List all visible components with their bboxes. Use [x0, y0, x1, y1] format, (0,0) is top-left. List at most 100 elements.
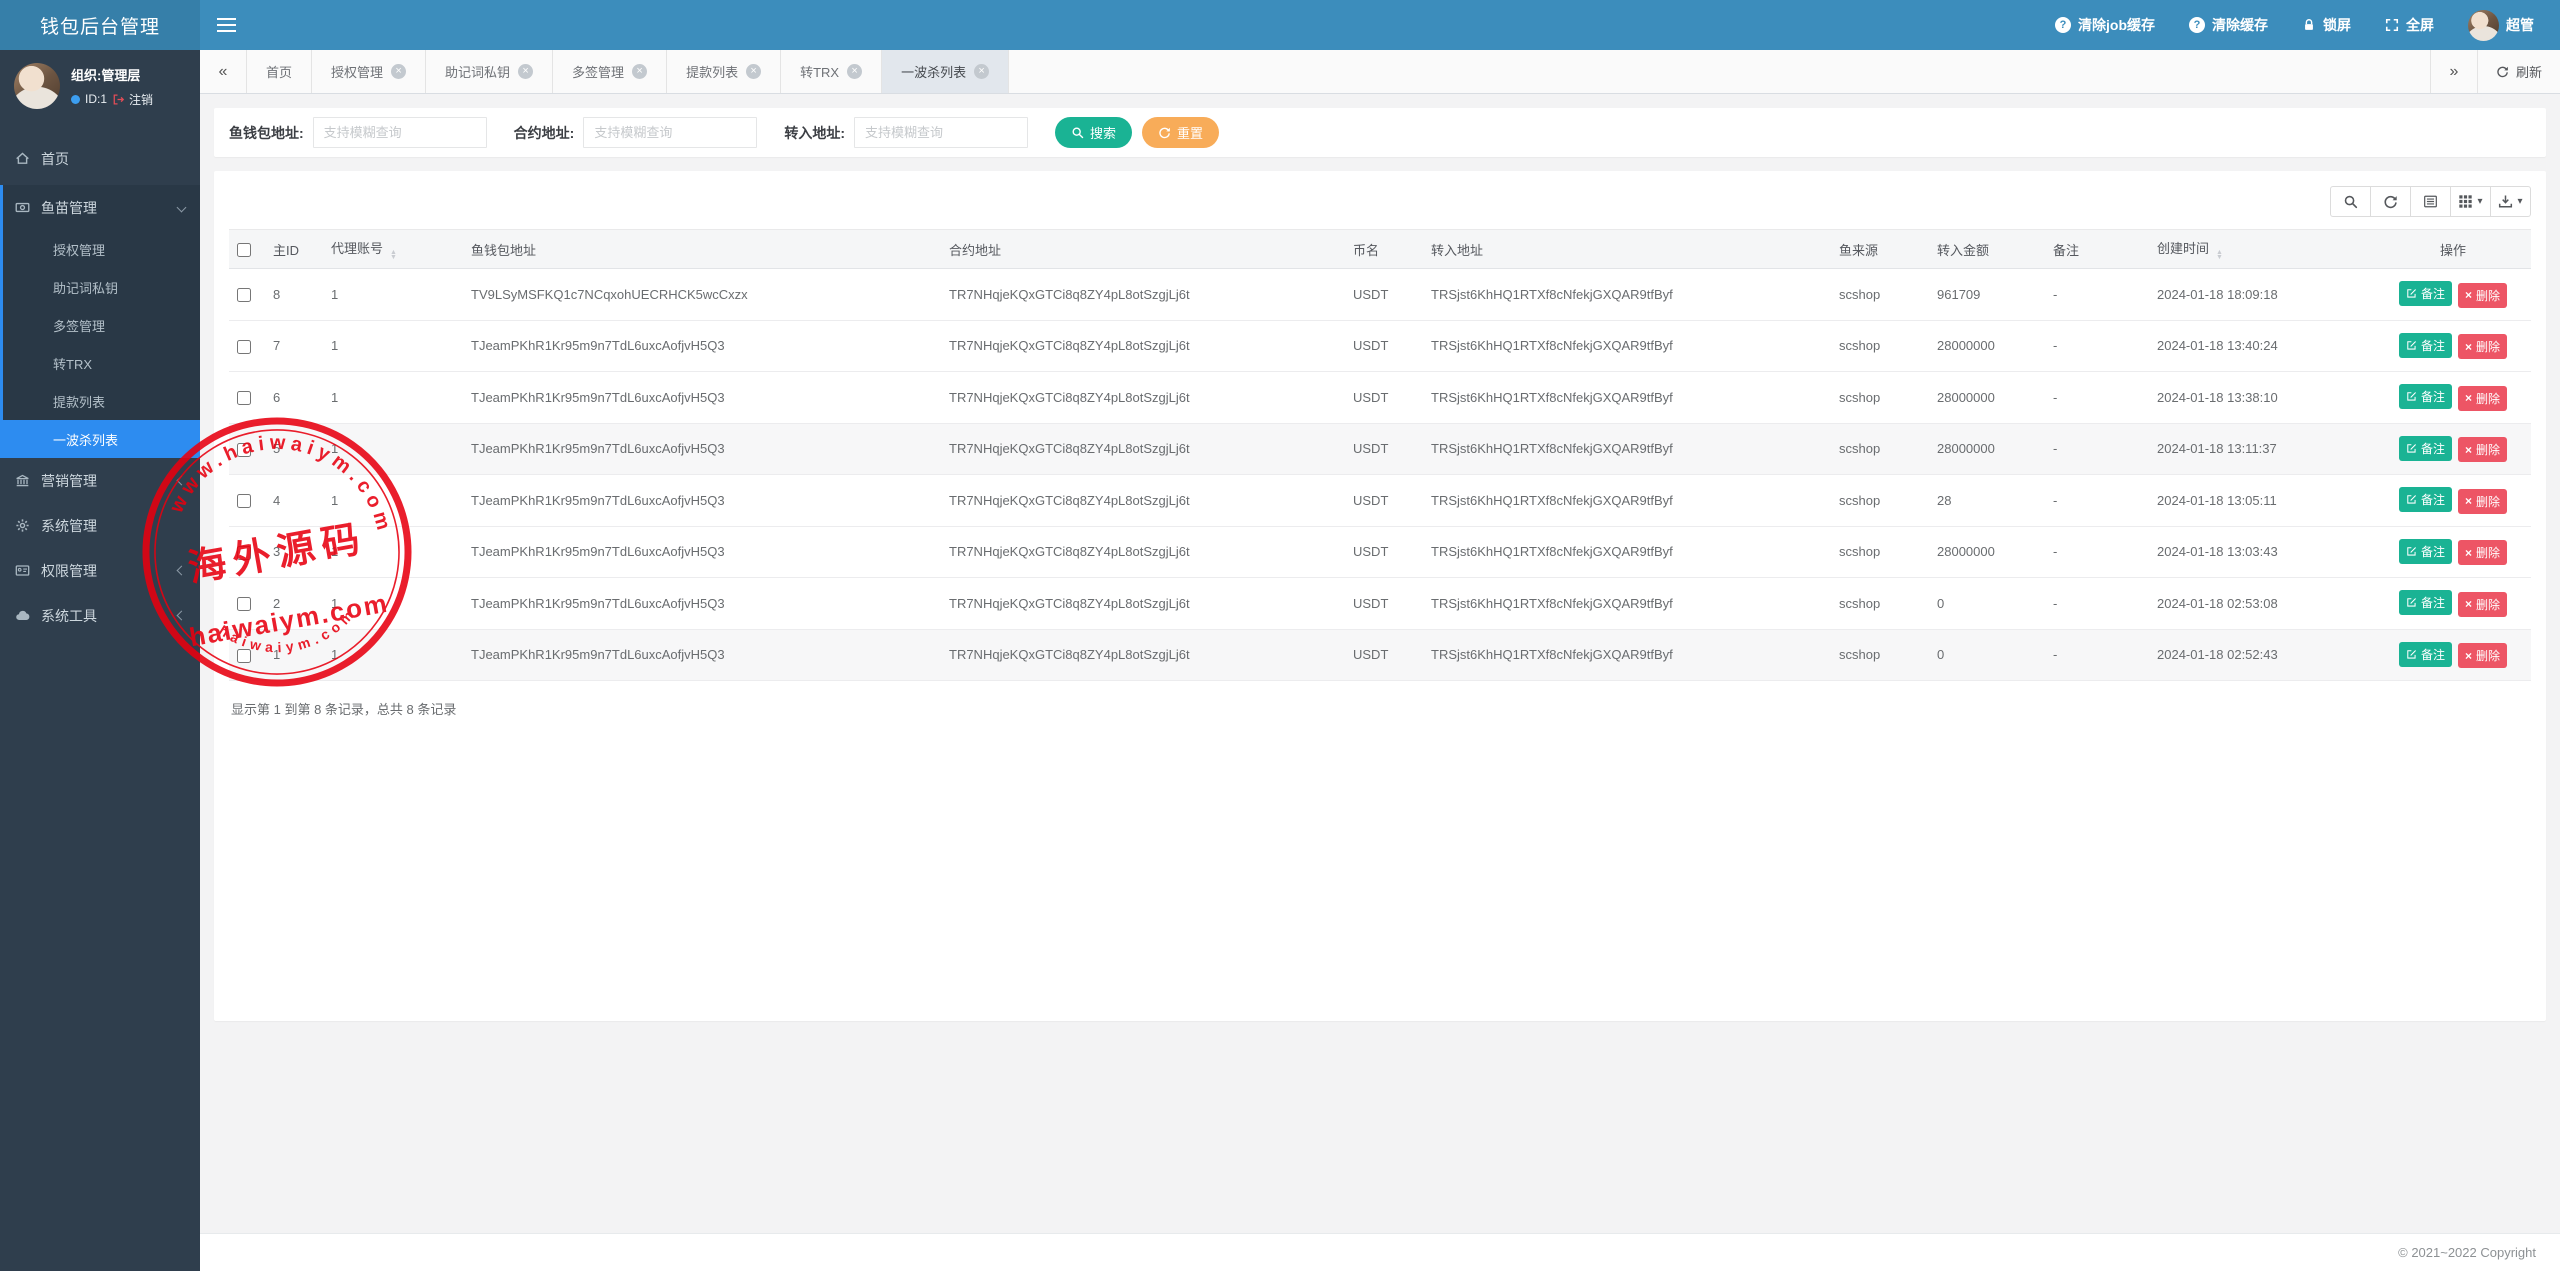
sidebar-item-mnemonic-keys[interactable]: 助记词私钥 — [3, 268, 200, 306]
note-button[interactable]: 备注 — [2399, 487, 2452, 512]
row-checkbox[interactable] — [237, 391, 251, 405]
tab-transfer-trx[interactable]: 转TRX× — [781, 50, 882, 93]
tabs-scroll-right-button[interactable]: » — [2430, 50, 2477, 93]
tabs-scroll-left-button[interactable]: « — [200, 50, 247, 93]
close-icon[interactable]: × — [391, 64, 406, 79]
sidebar-item-fish-management[interactable]: 鱼苗管理 — [3, 185, 200, 230]
tab-label: 一波杀列表 — [901, 62, 966, 81]
search-button[interactable]: 搜索 — [1055, 117, 1132, 148]
delete-button[interactable]: ×删除 — [2458, 489, 2507, 514]
tab-mnemonic-keys[interactable]: 助记词私钥× — [426, 50, 553, 93]
edit-icon — [2406, 597, 2417, 608]
cell-amount: 28000000 — [1929, 423, 2045, 475]
delete-button[interactable]: ×删除 — [2458, 592, 2507, 617]
delete-button[interactable]: ×删除 — [2458, 334, 2507, 359]
tab-multisig[interactable]: 多签管理× — [553, 50, 667, 93]
clear-cache-button[interactable]: ?清除缓存 — [2189, 15, 2268, 35]
note-button[interactable]: 备注 — [2399, 539, 2452, 564]
tab-home[interactable]: 首页 — [247, 50, 312, 93]
top-navbar-actions: ?清除job缓存 ?清除缓存 锁屏 全屏 超管 — [2055, 0, 2560, 50]
to-address-input[interactable] — [854, 117, 1028, 148]
note-button[interactable]: 备注 — [2399, 436, 2452, 461]
contract-address-input[interactable] — [583, 117, 757, 148]
sidebar-item-transfer-trx[interactable]: 转TRX — [3, 344, 200, 382]
row-checkbox[interactable] — [237, 649, 251, 663]
sidebar-item-tools[interactable]: 系统工具 — [0, 593, 200, 638]
sidebar-item-permissions[interactable]: 权限管理 — [0, 548, 200, 593]
clear-job-cache-button[interactable]: ?清除job缓存 — [2055, 15, 2155, 35]
lock-screen-label: 锁屏 — [2323, 15, 2351, 35]
row-checkbox[interactable] — [237, 597, 251, 611]
close-icon[interactable]: × — [746, 64, 761, 79]
cell-agent: 1 — [323, 475, 463, 527]
sidebar-item-label: 营销管理 — [41, 471, 97, 491]
columns-button[interactable]: ▾ — [2450, 186, 2491, 217]
field-label: 合约地址: — [514, 123, 575, 143]
sidebar-item-home[interactable]: 首页 — [0, 136, 200, 181]
edit-icon — [2406, 494, 2417, 505]
reset-button[interactable]: 重置 — [1142, 117, 1219, 148]
delete-button[interactable]: ×删除 — [2458, 437, 2507, 462]
sidebar-toggle-button[interactable] — [200, 0, 252, 50]
cell-contract: TR7NHqjeKQxGTCi8q8ZY4pL8otSzgjLj6t — [941, 269, 1345, 321]
row-checkbox[interactable] — [237, 340, 251, 354]
close-icon[interactable]: × — [632, 64, 647, 79]
tab-refresh-button[interactable]: 刷新 — [2477, 50, 2560, 93]
delete-button[interactable]: ×删除 — [2458, 386, 2507, 411]
delete-button[interactable]: ×删除 — [2458, 540, 2507, 565]
cell-time: 2024-01-18 13:40:24 — [2149, 320, 2375, 372]
col-header-time[interactable]: 创建时间▲▼ — [2149, 230, 2375, 269]
fullscreen-label: 全屏 — [2406, 15, 2434, 35]
sort-icon[interactable]: ▲▼ — [2216, 250, 2223, 260]
cell-coin: USDT — [1345, 578, 1423, 630]
note-button[interactable]: 备注 — [2399, 281, 2452, 306]
logout-button[interactable]: 注销 — [112, 91, 153, 108]
cell-source: scshop — [1831, 320, 1929, 372]
row-checkbox[interactable] — [237, 494, 251, 508]
lock-screen-button[interactable]: 锁屏 — [2302, 15, 2351, 35]
tab-yibosha-list[interactable]: 一波杀列表 × — [882, 50, 1009, 93]
cell-amount: 961709 — [1929, 269, 2045, 321]
sidebar-item-multisig[interactable]: 多签管理 — [3, 306, 200, 344]
close-icon[interactable]: × — [847, 64, 862, 79]
sidebar-item-marketing[interactable]: 营销管理 — [0, 458, 200, 503]
user-menu[interactable]: 超管 — [2468, 10, 2534, 41]
row-checkbox[interactable] — [237, 443, 251, 457]
search-field-wallet: 鱼钱包地址: — [229, 117, 487, 148]
grid-icon — [2458, 194, 2473, 209]
cell-agent: 1 — [323, 526, 463, 578]
clear-cache-label: 清除缓存 — [2212, 15, 2268, 35]
delete-button[interactable]: ×删除 — [2458, 643, 2507, 668]
sidebar-item-auth-management[interactable]: 授权管理 — [3, 230, 200, 268]
note-button[interactable]: 备注 — [2399, 384, 2452, 409]
detail-view-button[interactable] — [2410, 186, 2451, 217]
close-icon[interactable]: × — [974, 64, 989, 79]
row-checkbox[interactable] — [237, 546, 251, 560]
delete-button[interactable]: ×删除 — [2458, 283, 2507, 308]
note-button[interactable]: 备注 — [2399, 642, 2452, 667]
row-checkbox[interactable] — [237, 288, 251, 302]
table-row: 1 1 TJeamPKhR1Kr95m9n7TdL6uxcAofjvH5Q3 T… — [229, 629, 2531, 681]
select-all-checkbox[interactable] — [237, 243, 251, 257]
export-button[interactable]: ▾ — [2490, 186, 2531, 217]
fullscreen-button[interactable]: 全屏 — [2385, 15, 2434, 35]
sidebar-item-yibosha-list[interactable]: 一波杀列表 — [3, 420, 200, 458]
cell-wallet: TJeamPKhR1Kr95m9n7TdL6uxcAofjvH5Q3 — [463, 423, 941, 475]
home-icon — [15, 151, 30, 166]
cell-amount: 28000000 — [1929, 526, 2045, 578]
sidebar: 组织:管理层 ID:1 注销 首页 鱼苗管理 授权管理 助记词私钥 多签管理 转… — [0, 50, 200, 1271]
table-refresh-button[interactable] — [2370, 186, 2411, 217]
col-header-source: 鱼来源 — [1831, 230, 1929, 269]
tab-auth-management[interactable]: 授权管理× — [312, 50, 426, 93]
sidebar-item-system[interactable]: 系统管理 — [0, 503, 200, 548]
close-icon[interactable]: × — [518, 64, 533, 79]
sort-icon[interactable]: ▲▼ — [390, 250, 397, 260]
sidebar-item-label: 多签管理 — [53, 316, 105, 335]
table-search-button[interactable] — [2330, 186, 2371, 217]
wallet-address-input[interactable] — [313, 117, 487, 148]
note-button[interactable]: 备注 — [2399, 590, 2452, 615]
note-button[interactable]: 备注 — [2399, 333, 2452, 358]
sidebar-item-withdraw-list[interactable]: 提款列表 — [3, 382, 200, 420]
col-header-agent[interactable]: 代理账号▲▼ — [323, 230, 463, 269]
tab-withdraw-list[interactable]: 提款列表× — [667, 50, 781, 93]
